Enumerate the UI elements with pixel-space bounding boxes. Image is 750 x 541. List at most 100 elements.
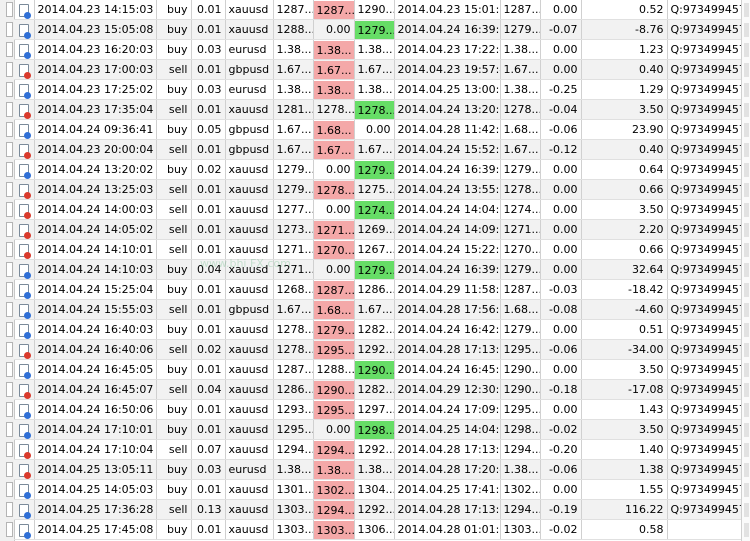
table-row[interactable]: 2014.04.25 13:05:11 buy 0.03 eurusd 1.38... 1…: [14, 459, 742, 480]
open-time-cell: 2014.04.24 17:10:01: [34, 419, 157, 440]
table-row[interactable]: 2014.04.23 20:00:04 sell 0.01 gbpusd 1.67...…: [14, 139, 742, 160]
type-cell: sell: [156, 499, 192, 520]
swap-cell: 0.00: [540, 159, 582, 180]
open-price-cell: 1.38...: [273, 459, 314, 480]
swap-cell: -0.06: [540, 119, 582, 140]
stop-loss-highlight: 1271...: [313, 220, 353, 239]
row-marker: [6, 422, 13, 437]
table-row[interactable]: 2014.04.24 14:10:03 buy 0.04 xauusd 1271... 0…: [14, 259, 742, 280]
close-price-cell: 1295...: [500, 399, 541, 420]
lots-cell: 0.01: [191, 199, 226, 220]
table-row[interactable]: 2014.04.24 17:10:01 buy 0.01 xauusd 1295... 0…: [14, 419, 742, 440]
table-row[interactable]: 2014.04.25 17:36:28 sell 0.13 xauusd 1303...…: [14, 499, 742, 520]
table-row[interactable]: 2014.04.24 17:10:04 sell 0.07 xauusd 1294...…: [14, 439, 742, 460]
order-icon-cell: [14, 499, 35, 520]
open-time-cell: 2014.04.24 09:36:41: [34, 119, 157, 140]
lots-cell: 0.01: [191, 179, 226, 200]
table-row[interactable]: 2014.04.25 14:05:03 buy 0.01 xauusd 1301... 1…: [14, 479, 742, 500]
table-row[interactable]: 2014.04.23 14:15:03 buy 0.01 xauusd 1287... 1…: [14, 0, 742, 20]
buy-order-icon: [18, 283, 31, 299]
scroll-segment: [744, 203, 749, 217]
comment-cell: Q:973499457 综合刷?.: [667, 339, 742, 360]
close-price-cell: 1290...: [500, 359, 541, 380]
close-time-cell: 2014.04.28 17:13:30: [394, 439, 501, 460]
table-row[interactable]: 2014.04.24 14:05:02 sell 0.01 xauusd 1273...…: [14, 219, 742, 240]
stop-loss-highlight: 1270...: [313, 240, 353, 259]
stop-loss-cell: 1287...: [313, 279, 355, 300]
comment-cell: Q:973499457 综合刷?.: [667, 439, 742, 460]
stop-loss-cell: 0.00: [313, 199, 355, 220]
take-profit-cell: 1297...: [354, 399, 395, 420]
lots-cell: 0.01: [191, 319, 226, 340]
table-row[interactable]: 2014.04.24 13:25:03 sell 0.01 xauusd 1279...…: [14, 179, 742, 200]
lots-cell: 0.01: [191, 219, 226, 240]
table-row[interactable]: 2014.04.24 16:40:06 sell 0.02 xauusd 1278...…: [14, 339, 742, 360]
row-marker: [6, 482, 13, 497]
type-cell: buy: [156, 319, 192, 340]
table-row[interactable]: 2014.04.23 17:35:04 sell 0.01 xauusd 1281...…: [14, 99, 742, 120]
open-time-cell: 2014.04.23 17:25:02: [34, 79, 157, 100]
symbol-cell: gbpusd: [225, 59, 274, 80]
table-row[interactable]: 2014.04.24 14:00:03 sell 0.01 xauusd 1277...…: [14, 199, 742, 220]
order-icon-cell: [14, 279, 35, 300]
lots-cell: 0.01: [191, 479, 226, 500]
close-time-cell: 2014.04.24 16:45:31: [394, 359, 501, 380]
order-icon-cell: [14, 459, 35, 480]
row-marker: [6, 502, 13, 517]
row-marker: [6, 142, 13, 157]
scroll-segment: [744, 363, 749, 377]
symbol-cell: xauusd: [225, 519, 274, 540]
stop-loss-cell: 1.38...: [313, 39, 355, 60]
table-row[interactable]: 2014.04.23 16:20:03 buy 0.03 eurusd 1.38... 1…: [14, 39, 742, 60]
row-marker: [6, 442, 13, 457]
buy-order-icon: [18, 163, 31, 179]
order-icon-cell: [14, 399, 35, 420]
table-row[interactable]: 2014.04.24 16:45:05 buy 0.01 xauusd 1287... 1…: [14, 359, 742, 380]
table-row[interactable]: 2014.04.24 14:10:01 sell 0.01 xauusd 1271...…: [14, 239, 742, 260]
scroll-segment: [744, 383, 749, 397]
take-profit-cell: 1292...: [354, 499, 395, 520]
buy-order-icon: [18, 43, 31, 59]
comment-cell: Q:973499457 综合刷?.: [667, 279, 742, 300]
swap-cell: 0.00: [540, 239, 582, 260]
vertical-scrollbar[interactable]: [741, 0, 750, 541]
take-profit-cell: 1282...: [354, 379, 395, 400]
table-row[interactable]: 2014.04.24 09:36:41 buy 0.05 gbpusd 1.67... 1…: [14, 119, 742, 140]
open-time-cell: 2014.04.24 17:10:04: [34, 439, 157, 460]
open-time-cell: 2014.04.25 17:36:28: [34, 499, 157, 520]
close-time-cell: 2014.04.25 14:04:10: [394, 419, 501, 440]
swap-cell: 0.00: [540, 479, 582, 500]
table-row[interactable]: 2014.04.23 17:25:02 buy 0.03 eurusd 1.38... 1…: [14, 79, 742, 100]
symbol-cell: xauusd: [225, 179, 274, 200]
table-row[interactable]: 2014.04.24 16:40:03 buy 0.01 xauusd 1278... 1…: [14, 319, 742, 340]
take-profit-highlight: 1298...: [354, 420, 393, 439]
table-row[interactable]: 2014.04.24 15:25:04 buy 0.01 xauusd 1268... 1…: [14, 279, 742, 300]
close-price-cell: 1271...: [500, 219, 541, 240]
order-icon-cell: [14, 259, 35, 280]
table-row[interactable]: 2014.04.24 16:50:06 buy 0.01 xauusd 1293... 1…: [14, 399, 742, 420]
take-profit-highlight: 1279...: [354, 20, 393, 39]
open-price-cell: 1278...: [273, 319, 314, 340]
table-row[interactable]: 2014.04.24 16:45:07 sell 0.04 xauusd 1286...…: [14, 379, 742, 400]
table-row[interactable]: 2014.04.25 17:45:08 buy 0.01 xauusd 1303... 1…: [14, 519, 742, 540]
table-row[interactable]: 2014.04.23 17:00:03 sell 0.01 gbpusd 1.67...…: [14, 59, 742, 80]
stop-loss-cell: 0.00: [313, 419, 355, 440]
open-time-cell: 2014.04.23 17:35:04: [34, 99, 157, 120]
open-time-cell: 2014.04.23 14:15:03: [34, 0, 157, 20]
stop-loss-highlight: 1287...: [313, 0, 353, 19]
table-row[interactable]: 2014.04.24 13:20:02 buy 0.02 xauusd 1279... 0…: [14, 159, 742, 180]
profit-cell: -8.76: [581, 19, 668, 40]
symbol-cell: xauusd: [225, 159, 274, 180]
lots-cell: 0.04: [191, 379, 226, 400]
table-row[interactable]: 2014.04.24 15:55:03 sell 0.01 gbpusd 1.67...…: [14, 299, 742, 320]
comment-cell: Q:973499457 综合刷?.: [667, 479, 742, 500]
symbol-cell: xauusd: [225, 499, 274, 520]
close-price-cell: 1279...: [500, 19, 541, 40]
table-row[interactable]: 2014.04.23 15:05:08 buy 0.01 xauusd 1288... 0…: [14, 19, 742, 40]
close-time-cell: 2014.04.28 11:42:59: [394, 119, 501, 140]
scroll-segment: [744, 523, 749, 537]
comment-cell: Q:973499457 综合刷?.: [667, 259, 742, 280]
order-icon-cell: [14, 19, 35, 40]
row-marker: [6, 262, 13, 277]
buy-order-icon: [18, 323, 31, 339]
